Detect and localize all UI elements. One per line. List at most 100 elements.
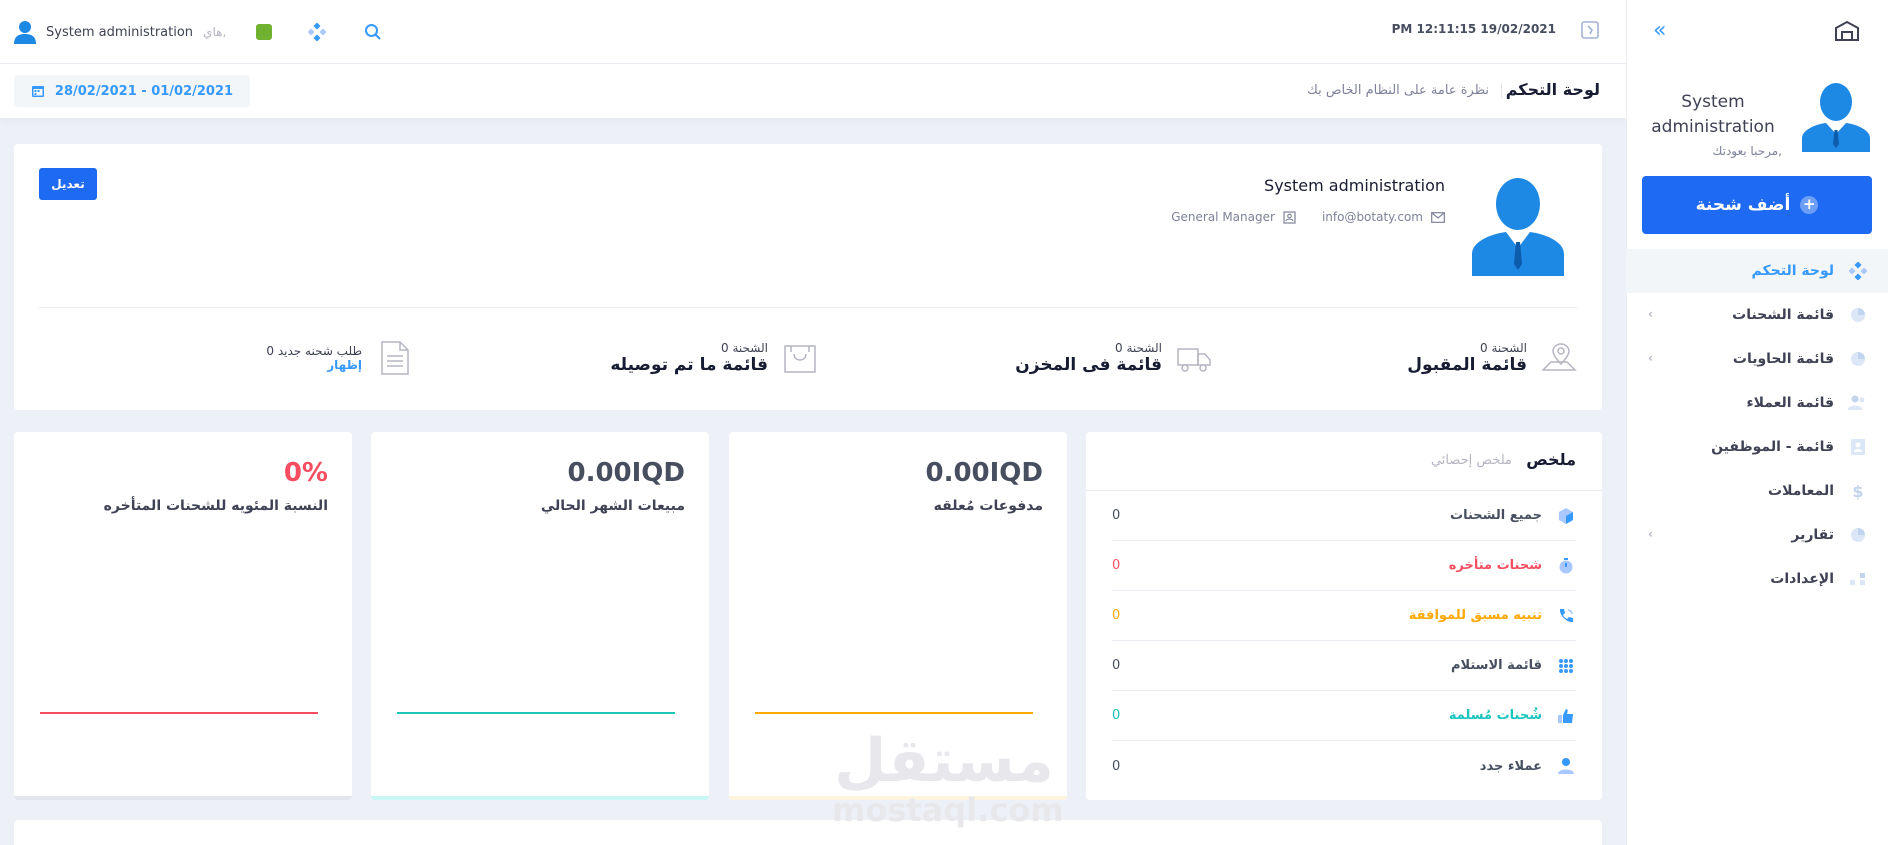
monthly-sales-label: مبيعات الشهر الحالي — [540, 498, 685, 514]
watermark-logo: مستقل mostaql.com — [832, 730, 1064, 829]
current-datetime: PM 12:11:15 19/02/2021 — [1391, 22, 1556, 36]
sidebar-item-label: قائمة - الموظفين — [1711, 439, 1834, 455]
sidebar-item-settings[interactable]: الإعدادات — [1626, 557, 1888, 601]
summary-label[interactable]: قائمة الاستلام — [1451, 658, 1542, 673]
stat-delivered[interactable]: 0 الشحنة قائمة ما تم توصيله — [610, 340, 818, 376]
chevron-left-icon: ‹ — [1648, 527, 1653, 541]
summary-value: 0 — [1112, 658, 1121, 673]
summary-row-new-customers[interactable]: 0 عملاء جدد — [1112, 741, 1576, 791]
late-percentage-value: 0% — [283, 458, 328, 488]
stat-warehouse-count: 0 الشحنة — [1115, 341, 1162, 355]
summary-value: 0 — [1112, 558, 1121, 573]
stat-in-warehouse[interactable]: 0 الشحنة قائمة فى المخزن — [1015, 340, 1212, 376]
summary-label[interactable]: شحنات متأخره — [1449, 558, 1542, 573]
employees-icon — [1848, 437, 1868, 457]
profile-email-text[interactable]: info@botaty.com — [1322, 210, 1423, 224]
stat-delivered-count: 0 الشحنة — [721, 341, 768, 355]
summary-row-late-shipments[interactable]: 0 شحنات متأخره — [1112, 541, 1576, 591]
sidebar-user-name: System administration — [1651, 92, 1775, 137]
stat-new-requests[interactable]: 0 طلب شحنه جديد إظهار — [266, 340, 412, 376]
stat-accepted-count: 0 الشحنة — [1480, 341, 1527, 355]
late-percentage-bottom-bar — [14, 796, 352, 800]
stopwatch-icon — [1556, 556, 1576, 576]
summary-label[interactable]: عملاء جدد — [1480, 759, 1542, 774]
sidebar-avatar-icon — [1802, 83, 1870, 152]
summary-label[interactable]: شُحنات مُسلمة — [1449, 708, 1542, 723]
watermark-latin: mostaql.com — [832, 791, 1064, 829]
sidebar-item-customers[interactable]: قائمة العملاء — [1626, 381, 1888, 425]
phone-icon — [1556, 606, 1576, 626]
sidebar-item-dashboard[interactable]: لوحة التحكم — [1626, 249, 1888, 293]
sidebar: « System administration مرحبا بعودتك, أض… — [1626, 0, 1888, 845]
containers-icon — [1848, 349, 1868, 369]
profile-card: System administration General Manager in… — [14, 144, 1602, 410]
logo-icon[interactable] — [1834, 20, 1860, 44]
late-percentage-card: 0% النسبة المئويه للشحنات المتأخره — [14, 432, 352, 800]
calendar-icon — [31, 86, 44, 97]
summary-value: 0 — [1112, 508, 1121, 523]
stat-accepted-label[interactable]: قائمة المقبول — [1407, 355, 1527, 375]
language-flag-icon[interactable] — [256, 24, 273, 40]
search-icon[interactable] — [362, 21, 384, 43]
late-percentage-label: النسبة المئويه للشحنات المتأخره — [103, 498, 328, 514]
stat-accepted[interactable]: 0 الشحنة قائمة المقبول — [1407, 340, 1577, 376]
sidebar-item-transactions[interactable]: المعاملات $ — [1626, 469, 1888, 513]
sidebar-item-reports[interactable]: ‹ تقارير — [1626, 513, 1888, 557]
subheader: لوحة التحكم نظرة عامة على النظام الخاص ب… — [0, 64, 1626, 118]
box-icon — [1556, 506, 1576, 526]
edit-profile-button[interactable]: تعديل — [39, 168, 97, 200]
sidebar-item-label: قائمة الحاويات — [1732, 351, 1834, 367]
summary-row-all-shipments[interactable]: 0 جميع الشحنات — [1112, 491, 1576, 541]
customers-icon — [1848, 393, 1868, 413]
summary-row-pickup-list[interactable]: 0 قائمة الاستلام — [1112, 641, 1576, 691]
apps-icon[interactable] — [306, 21, 328, 43]
add-shipment-button[interactable]: أضف شحنة + — [1642, 176, 1872, 234]
profile-email[interactable]: info@botaty.com — [1322, 210, 1445, 224]
show-requests-link[interactable]: إظهار — [266, 358, 362, 372]
sidebar-item-label: قائمة الشحنات — [1732, 307, 1834, 323]
sidebar-item-employees[interactable]: قائمة - الموظفين — [1626, 425, 1888, 469]
profile-divider — [39, 307, 1577, 308]
stat-warehouse-label[interactable]: قائمة فى المخزن — [1015, 355, 1162, 375]
chevron-left-icon: ‹ — [1648, 307, 1653, 321]
shipments-icon — [1848, 305, 1868, 325]
summary-label[interactable]: تنبيه مسبق للموافقة — [1409, 608, 1542, 623]
date-range-text: 28/02/2021 - 01/02/2021 — [54, 83, 234, 99]
envelope-icon — [1431, 211, 1445, 223]
map-location-icon — [1541, 343, 1577, 371]
pending-payments-sparkline — [755, 712, 1033, 714]
recent-shipments-card — [14, 820, 1602, 845]
pending-payments-label: مدفوعات مُعلقه — [933, 498, 1043, 514]
dashboard-icon — [1848, 261, 1868, 281]
sidebar-collapse-icon[interactable]: « — [1653, 20, 1677, 44]
chevron-left-icon: ‹ — [1648, 351, 1653, 365]
summary-row-delivered[interactable]: 0 شُحنات مُسلمة — [1112, 691, 1576, 741]
thumbs-up-icon — [1556, 706, 1576, 726]
topbar-user-area[interactable]: System administration هاي, — [14, 20, 384, 44]
monthly-sales-sparkline — [397, 712, 675, 714]
sidebar-item-containers[interactable]: ‹ قائمة الحاويات — [1626, 337, 1888, 381]
summary-value: 0 — [1112, 758, 1121, 774]
stat-delivered-label[interactable]: قائمة ما تم توصيله — [610, 355, 768, 375]
sidebar-item-label: لوحة التحكم — [1751, 263, 1834, 279]
summary-row-prior-approval[interactable]: 0 تنبيه مسبق للموافقة — [1112, 591, 1576, 641]
clock-icon — [1581, 21, 1599, 39]
settings-icon — [1848, 569, 1868, 589]
id-card-icon — [1283, 210, 1296, 224]
summary-label[interactable]: جميع الشحنات — [1450, 508, 1542, 523]
summary-title: ملخص — [1526, 450, 1576, 469]
truck-icon — [1177, 348, 1211, 372]
date-range-picker[interactable]: 28/02/2021 - 01/02/2021 — [14, 75, 250, 107]
sidebar-item-label: الإعدادات — [1770, 571, 1834, 587]
sidebar-welcome: مرحبا بعودتك, — [1712, 144, 1782, 158]
summary-card: ملخص ملخص إحصائي 0 جميع الشحنات 0 شحنات … — [1086, 432, 1602, 800]
document-icon — [381, 341, 409, 375]
top-header: System administration هاي, PM 12:11:15 1… — [0, 0, 1626, 64]
sidebar-item-label: تقارير — [1791, 527, 1834, 543]
late-percentage-sparkline — [40, 712, 318, 714]
stat-new-requests-count: 0 طلب شحنه جديد — [266, 344, 362, 358]
summary-value: 0 — [1112, 608, 1121, 623]
sidebar-item-shipments[interactable]: ‹ قائمة الشحنات — [1626, 293, 1888, 337]
dollar-icon: $ — [1852, 481, 1864, 501]
topbar-user-name[interactable]: System administration — [46, 25, 193, 40]
